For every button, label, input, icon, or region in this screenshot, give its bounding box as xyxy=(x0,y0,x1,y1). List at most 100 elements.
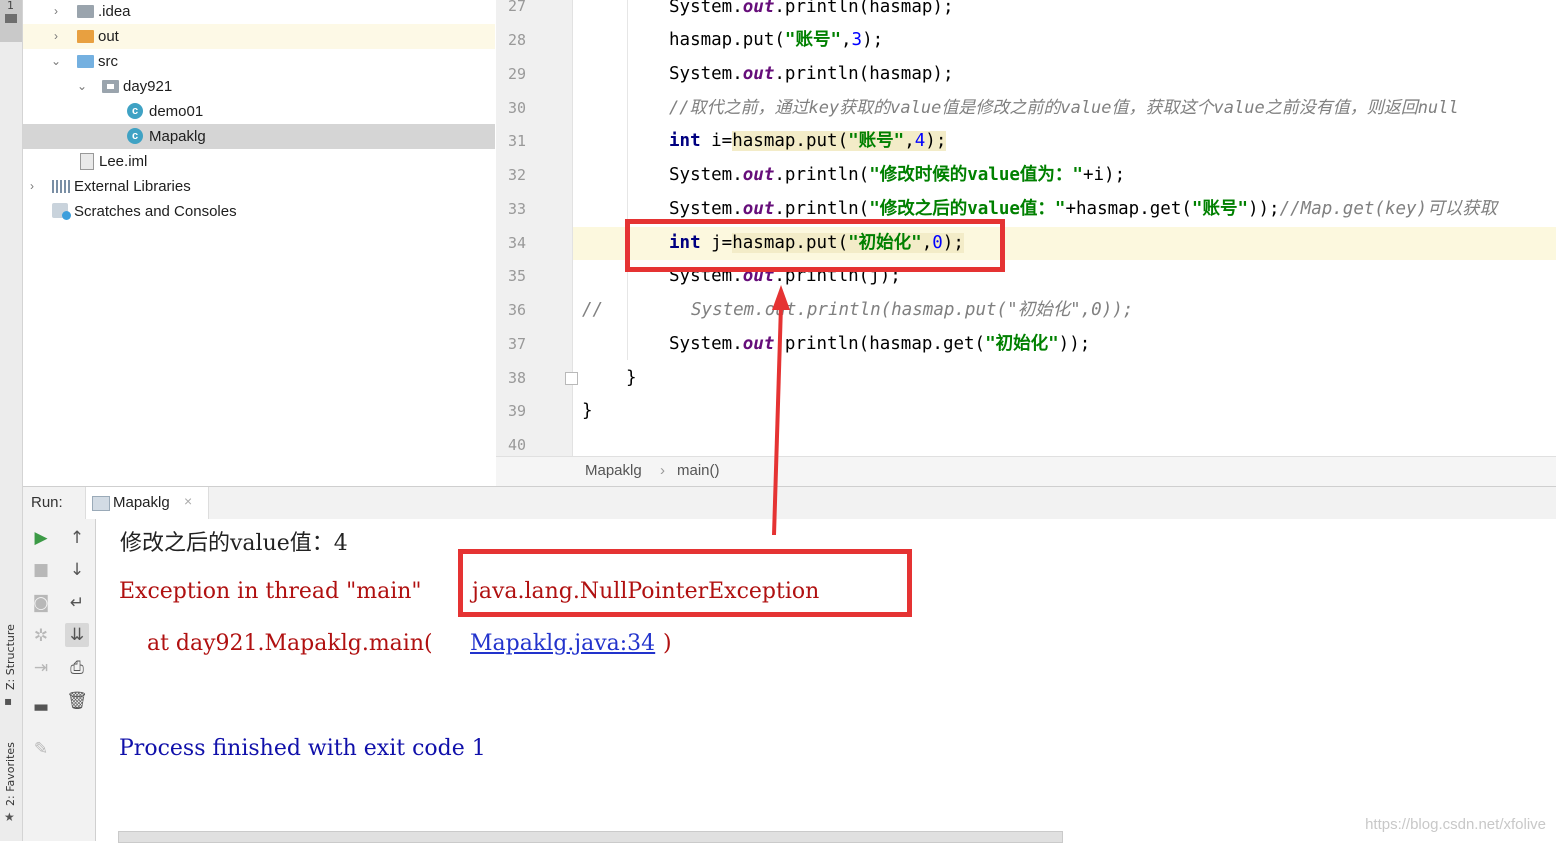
structure-tool-tab[interactable]: Z: Structure ▪ xyxy=(0,600,22,710)
code-line-29: System.out.println(hasmap); xyxy=(669,64,954,84)
package-icon xyxy=(102,80,119,93)
tree-item-label: .idea xyxy=(98,3,131,20)
chevron-right-icon[interactable]: › xyxy=(50,0,62,24)
project-tool-tab[interactable]: 1 xyxy=(0,0,22,42)
editor-breadcrumbs: Mapaklg › main() xyxy=(496,456,1556,487)
layout-icon[interactable]: ▬ xyxy=(29,695,53,719)
tree-item-idea[interactable]: › .idea xyxy=(23,0,495,24)
structure-icon: ▪ xyxy=(4,694,13,708)
close-icon[interactable]: × xyxy=(184,493,192,509)
line-number: 38 xyxy=(507,369,526,387)
trash-icon[interactable]: 🗑 xyxy=(65,689,89,713)
console-stack-prefix: at day921.Mapaklg.main( xyxy=(119,631,433,656)
chevron-right-icon[interactable]: › xyxy=(26,174,38,199)
stop-icon[interactable]: ■ xyxy=(29,558,53,582)
console-stack-suffix: ) xyxy=(663,631,672,656)
line-number: 27 xyxy=(507,0,526,15)
tree-item-demo01[interactable]: c demo01 xyxy=(23,99,495,124)
code-line-39: } xyxy=(582,401,593,421)
run-toolbar-secondary: ↑ ↓ ↵ ⇊ ⎙ 🗑 xyxy=(59,519,96,841)
line-number: 33 xyxy=(507,200,526,218)
code-line-36: // xyxy=(582,300,604,320)
code-line-36-body: System.out.println(hasmap.put("初始化",0)); xyxy=(691,300,1134,320)
line-number: 29 xyxy=(507,65,526,83)
tree-item-external-libraries[interactable]: › External Libraries xyxy=(23,174,495,199)
tree-item-label: out xyxy=(98,28,119,45)
console-line-value: 修改之后的value值：4 xyxy=(120,531,348,556)
class-icon: c xyxy=(127,103,143,119)
tree-item-day921[interactable]: ⌄ day921 xyxy=(23,74,495,99)
scratches-icon xyxy=(52,203,71,220)
line-number: 32 xyxy=(507,166,526,184)
tree-item-label: External Libraries xyxy=(74,178,191,195)
tree-item-scratches[interactable]: Scratches and Consoles xyxy=(23,199,495,224)
code-line-27: System.out.println(hasmap); xyxy=(669,0,954,17)
watermark: https://blog.csdn.net/xfolive xyxy=(1365,816,1546,833)
tree-item-label: demo01 xyxy=(149,103,204,120)
structure-tab-label: Z: Structure xyxy=(4,624,17,690)
source-folder-icon xyxy=(77,55,94,68)
code-line-30: //取代之前，通过key获取的value值是修改之前的value值，获取这个va… xyxy=(669,98,1459,118)
favorites-tool-tab[interactable]: 2: Favorites ★ xyxy=(0,730,22,830)
breadcrumb-class[interactable]: Mapaklg xyxy=(585,462,642,479)
tree-item-label: Mapaklg xyxy=(149,128,206,145)
folder-icon xyxy=(77,30,94,43)
arrow-down-icon[interactable]: ↓ xyxy=(65,558,89,582)
console-exception-prefix: Exception in thread "main" xyxy=(119,579,429,604)
project-tree: › .idea › out ⌄ src ⌄ day921 c demo01 c … xyxy=(23,0,495,486)
indent-guide xyxy=(627,0,628,360)
tree-item-label: day921 xyxy=(123,78,173,95)
annotation-box-line-34 xyxy=(625,219,1005,272)
chevron-right-icon[interactable]: › xyxy=(50,24,62,49)
code-line-32: System.out.println("修改时候的value值为："+i); xyxy=(669,165,1126,185)
tree-item-out[interactable]: › out xyxy=(23,24,495,49)
exit-icon[interactable]: ⇥ xyxy=(29,656,53,680)
left-tool-strip: 1 Z: Structure ▪ 2: Favorites ★ xyxy=(0,0,23,841)
code-line-28: hasmap.put("账号",3); xyxy=(669,30,884,50)
line-number: 37 xyxy=(507,335,526,353)
line-number: 39 xyxy=(507,402,526,420)
chevron-down-icon[interactable]: ⌄ xyxy=(76,74,88,99)
favorites-tab-label: 2: Favorites xyxy=(4,742,17,806)
run-tab-mapaklg[interactable]: Mapaklg × xyxy=(85,487,209,519)
module-file-icon xyxy=(80,153,94,170)
arrow-up-icon[interactable]: ↑ xyxy=(65,526,89,550)
tree-item-label: Scratches and Consoles xyxy=(74,203,237,220)
line-number: 35 xyxy=(507,267,526,285)
run-toolbar-primary: ▶ ■ ◙ ✲ ⇥ ▬ ✎ xyxy=(23,519,60,841)
pin-icon[interactable]: ✎ xyxy=(29,737,53,761)
play-icon[interactable]: ▶ xyxy=(29,526,53,550)
scroll-to-end-icon[interactable]: ⇊ xyxy=(65,623,89,647)
run-tab-label: Mapaklg xyxy=(113,494,170,511)
breadcrumb-method[interactable]: main() xyxy=(677,462,720,479)
breadcrumb-separator: › xyxy=(660,462,665,479)
chevron-down-icon[interactable]: ⌄ xyxy=(50,49,62,74)
line-number: 30 xyxy=(507,99,526,117)
camera-icon[interactable]: ◙ xyxy=(29,591,53,615)
code-line-31: int i=hasmap.put("账号",4); xyxy=(669,131,947,151)
tree-item-label: src xyxy=(98,53,118,70)
debug-icon[interactable]: ✲ xyxy=(29,624,53,648)
run-window-header: Run: Mapaklg × xyxy=(23,486,1556,520)
tree-item-lee-iml[interactable]: Lee.iml xyxy=(23,149,495,174)
annotation-box-exception xyxy=(458,549,912,617)
soft-wrap-icon[interactable]: ↵ xyxy=(65,591,89,615)
horizontal-scrollbar[interactable] xyxy=(118,831,1063,843)
tree-item-label: Lee.iml xyxy=(99,153,148,170)
fold-marker-icon[interactable] xyxy=(565,372,578,385)
line-number: 31 xyxy=(507,132,526,150)
print-icon[interactable]: ⎙ xyxy=(65,656,89,680)
line-number: 36 xyxy=(507,301,526,319)
code-line-37: System.out.println(hasmap.get("初始化")); xyxy=(669,334,1091,354)
editor-gutter[interactable]: 27 28 29 30 31 32 33 34 35 36 37 38 39 4… xyxy=(496,0,578,456)
console-stack-link[interactable]: Mapaklg.java:34 xyxy=(470,631,655,656)
code-line-38: } xyxy=(626,368,637,388)
line-number: 34 xyxy=(507,234,526,252)
class-icon: c xyxy=(127,128,143,144)
project-tab-number: 1 xyxy=(7,0,14,12)
tree-item-mapaklg[interactable]: c Mapaklg xyxy=(23,124,495,149)
console-process-finished: Process finished with exit code 1 xyxy=(119,736,486,761)
tree-item-src[interactable]: ⌄ src xyxy=(23,49,495,74)
line-number: 40 xyxy=(507,436,526,454)
run-label: Run: xyxy=(31,494,63,511)
